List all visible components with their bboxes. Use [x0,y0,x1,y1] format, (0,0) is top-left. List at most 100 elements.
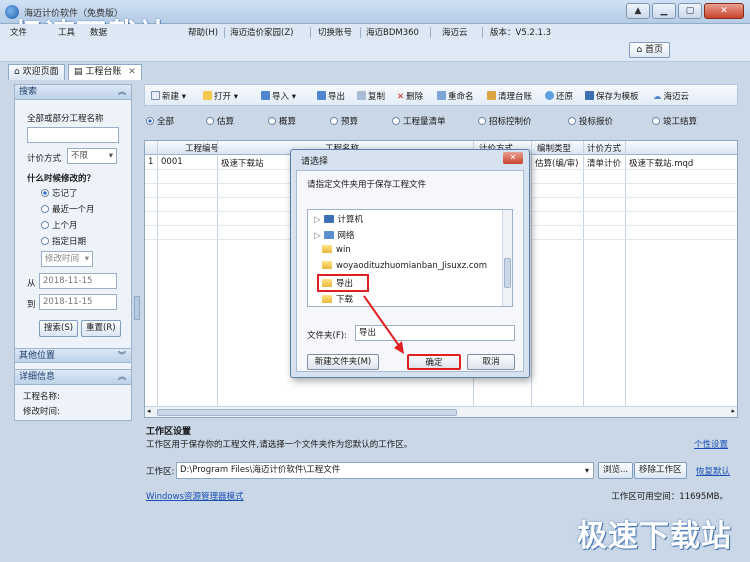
workspace-settings: 工作区设置 工作区用于保存你的工程文件,请选择一个文件夹作为您默认的工作区。 个… [144,424,738,504]
reset-button[interactable]: 重置(R) [81,320,121,337]
filter-estimate[interactable]: 估算 [206,115,234,127]
maximize-button[interactable]: ▢ [678,3,702,19]
workspace-label: 工作区: [146,467,175,477]
import-label: 导入 [272,92,290,102]
tab-close-icon[interactable]: ✕ [128,67,136,77]
explorer-mode-link[interactable]: Windows资源管理器模式 [146,490,243,502]
dropdown-arrow-icon: ▾ [108,151,113,161]
search-panel-header[interactable]: 搜索 ︽ [15,85,131,100]
rename-icon [437,91,446,100]
folder-name-input[interactable]: 导出 [355,325,515,341]
tree-item-network[interactable]: ▷ 网络 [314,229,355,241]
splitter-handle[interactable] [134,296,140,320]
save-template-label: 保存为模板 [596,92,639,102]
filter-budget[interactable]: 预算 [330,115,358,127]
scrollbar-thumb[interactable] [504,258,511,288]
row-name: 极速下载站 [221,159,264,169]
cloud-button[interactable]: ☁ 海迈云 [653,90,689,102]
delete-label: 删除 [406,92,424,102]
delete-button[interactable]: ✕ 删除 [397,90,423,102]
tree-item-computer[interactable]: ▷ 计算机 [314,213,363,225]
collapse-chevron-icon[interactable]: ︽ [118,370,126,384]
project-name-input[interactable] [27,127,119,143]
other-location-header[interactable]: 其他位置 ︾ [14,348,132,363]
import-button[interactable]: 导入 ▾ [261,90,296,102]
menu-help[interactable]: 帮助(H) [188,26,218,38]
new-button[interactable]: 新建 ▾ [151,90,186,102]
col-header-method[interactable]: 计价方式 [587,142,621,154]
tab-project-ledger[interactable]: ▤ 工程台账 ✕ [68,64,142,80]
horizontal-scrollbar[interactable]: ◂ ▸ [145,406,737,417]
rename-button[interactable]: 重命名 [437,90,474,102]
radio-last-month-recent[interactable]: 最近一个月 [41,203,95,215]
details-header[interactable]: 详细信息 ︽ [15,370,131,385]
filter-final-settlement[interactable]: 竣工结算 [652,115,697,127]
restore-button[interactable]: 还原 [545,90,573,102]
tree-vertical-scrollbar[interactable] [502,210,512,306]
menu-file[interactable]: 文件 [10,26,27,38]
remove-workspace-button[interactable]: 移除工作区 [634,462,687,479]
scroll-left-icon[interactable]: ◂ [147,407,151,415]
radio-specific-label: 指定日期 [52,237,87,247]
ok-button[interactable]: 确定 [407,354,461,370]
dialog-close-button[interactable]: ✕ [503,152,523,164]
ledger-tab-icon: ▤ [74,67,86,77]
new-file-icon [151,91,160,100]
menu-cloud[interactable]: 海迈云 [442,26,468,38]
radio-forgot[interactable]: 忘记了 [41,187,78,199]
col-header-code[interactable]: 工程编号 [185,142,219,154]
scroll-right-icon[interactable]: ▸ [731,407,735,415]
menu-bdm360[interactable]: 海迈BDM360 [366,26,419,38]
filter-all[interactable]: 全部 [146,115,174,127]
from-date-input[interactable]: 2018-11-15 [39,273,117,289]
filter-bill-of-quantities[interactable]: 工程量清单 [392,115,446,127]
expand-chevron-icon[interactable]: ︾ [118,349,126,363]
open-folder-icon [203,91,212,100]
export-button[interactable]: 导出 [317,90,345,102]
minimize-button[interactable]: ▁ [652,3,676,19]
menu-separator [482,27,483,38]
search-button[interactable]: 搜索(S) [39,320,79,337]
filter-bid-control[interactable]: 招标控制价 [478,115,532,127]
radio-specific-date[interactable]: 指定日期 [41,235,86,247]
menu-switch-account[interactable]: 切换账号 [318,26,352,38]
expand-arrow-icon[interactable]: ▷ [314,231,321,241]
to-date-input[interactable]: 2018-11-15 [39,294,117,310]
filter-bid-quote[interactable]: 投标报价 [568,115,613,127]
filter-rough-estimate[interactable]: 概算 [268,115,296,127]
collapse-chevron-icon[interactable]: ︽ [118,85,126,99]
workspace-path-select[interactable]: D:\Program Files\海迈计价软件\工程文件 ▾ [176,462,594,479]
select-folder-dialog: 请选择 ✕ 请指定文件夹用于保存工程文件 ▷ 计算机 ▷ 网络 win woyaod… [290,149,530,378]
menu-cost-home[interactable]: 海迈造价家园(Z) [230,26,293,38]
tree-item-win[interactable]: win [322,245,351,255]
home-button[interactable]: ⌂ 首页 [629,42,670,58]
cancel-button[interactable]: 取消 [467,354,515,370]
tree-item-desktop-folder[interactable]: woyaodituzhuomianban_Jisuxz.com [322,261,487,271]
expand-arrow-icon[interactable]: ▷ [314,215,321,225]
from-label: 从 [27,279,36,289]
project-name-label: 全部或部分工程名称 [27,114,104,124]
tab-welcome[interactable]: ⌂ 欢迎页面 [8,64,65,80]
clean-ledger-button[interactable]: 清理台账 [487,90,532,102]
menu-data[interactable]: 数据 [90,26,107,38]
help-window-button[interactable]: ▲ [626,3,650,19]
pricing-method-select[interactable]: 不限 ▾ [67,148,117,164]
browse-button[interactable]: 浏览... [598,462,634,479]
workspace-description: 工作区用于保存你的工程文件,请选择一个文件夹作为您默认的工作区。 [146,440,413,450]
save-template-button[interactable]: 保存为模板 [585,90,639,102]
tree-computer-label: 计算机 [337,215,364,225]
radio-icon [478,117,486,125]
tree-downloads-label: 下载 [336,295,354,305]
home-label: 首页 [644,45,663,55]
restore-default-link[interactable]: 恢复默认 [696,465,730,477]
copy-button[interactable]: 复制 [357,90,385,102]
tree-item-downloads[interactable]: 下载 [322,293,353,305]
open-button[interactable]: 打开 ▾ [203,90,238,102]
menu-tools[interactable]: 工具 [58,26,75,38]
personalize-link[interactable]: 个性设置 [694,438,728,450]
close-window-button[interactable]: ✕ [704,3,744,19]
scrollbar-thumb[interactable] [157,409,457,416]
new-folder-button[interactable]: 新建文件夹(M) [307,354,379,370]
radio-previous-month[interactable]: 上个月 [41,219,78,231]
col-header-type[interactable]: 编制类型 [537,142,571,154]
